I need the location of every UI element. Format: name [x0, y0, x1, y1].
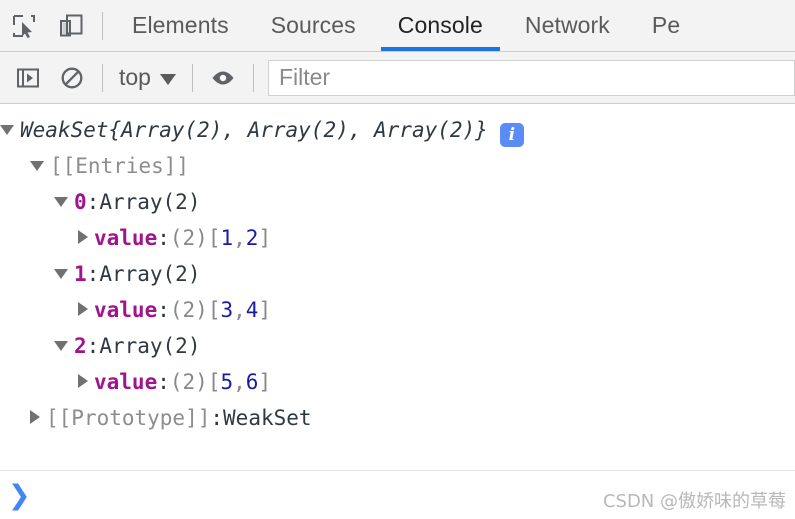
console-row-text: 1 [74, 262, 87, 286]
tabbar-divider [102, 12, 103, 40]
chevron-down-icon [159, 73, 176, 85]
tab-elements[interactable]: Elements [111, 0, 250, 51]
console-row-text: [ [207, 370, 221, 394]
live-expression-eye-icon[interactable] [201, 56, 245, 100]
inspect-element-icon[interactable] [0, 0, 47, 51]
console-row-text: [[Entries]] [50, 154, 190, 178]
console-message-list: WeakSet {Array(2), Array(2), Array(2)} i [… [0, 112, 795, 436]
console-row-text: [[Prototype]] [46, 406, 211, 430]
console-tree-row[interactable]: 0: Array(2) [0, 184, 795, 220]
devtools-window: Elements Sources Console Network Pe top … [0, 0, 795, 519]
device-toolbar-icon[interactable] [47, 0, 94, 51]
console-row-text: value [94, 226, 158, 250]
info-badge-icon[interactable]: i [499, 123, 524, 147]
triangle-right-icon[interactable] [78, 302, 88, 316]
tab-console[interactable]: Console [377, 0, 504, 51]
console-row-text: (2) [169, 226, 208, 250]
filter-placeholder: Filter [278, 64, 331, 90]
triangle-right-icon[interactable] [78, 230, 88, 244]
console-row-text: : [157, 298, 170, 322]
console-tree-row[interactable]: 1: Array(2) [0, 256, 795, 292]
console-row-text: WeakSet [20, 118, 109, 142]
console-tree-row[interactable]: 2: Array(2) [0, 328, 795, 364]
console-row-text: : [86, 190, 100, 214]
clear-console-glyph [61, 67, 83, 88]
triangle-down-icon[interactable] [0, 125, 14, 135]
console-sidebar-glyph [17, 68, 39, 87]
console-row-text: Array(2) [99, 334, 201, 358]
console-row-text: : [210, 406, 224, 430]
console-row-text: 5 [220, 370, 234, 394]
device-toolbar-glyph [59, 14, 82, 36]
console-tree-row[interactable]: [[Entries]] [0, 148, 795, 184]
console-row-text: Array(2) [99, 262, 201, 286]
tab-network[interactable]: Network [504, 0, 631, 51]
console-row-text: 3 [220, 298, 234, 322]
console-row-text: , [233, 370, 246, 394]
triangle-down-icon[interactable] [54, 197, 68, 207]
console-row-text: WeakSet [223, 406, 312, 430]
console-row-text: value [94, 370, 158, 394]
console-tree-row[interactable]: value: (2) [1, 2] [0, 220, 795, 256]
console-tree-row[interactable]: value: (2) [3, 4] [0, 292, 795, 328]
triangle-down-icon[interactable] [54, 269, 68, 279]
eye-glyph [212, 71, 234, 84]
console-row-text: : [86, 262, 100, 286]
console-row-text: , [233, 298, 246, 322]
console-row-text: : [157, 370, 170, 394]
triangle-down-icon[interactable] [30, 161, 44, 171]
console-row-text: : [86, 334, 100, 358]
prompt-chevron-icon: ❯ [8, 479, 31, 511]
inspect-element-glyph [12, 14, 35, 38]
console-tree-row[interactable]: WeakSet {Array(2), Array(2), Array(2)} i [0, 112, 795, 148]
console-row-text: 2 [245, 226, 259, 250]
console-row-text: (2) [169, 370, 208, 394]
toolbar-divider-3 [252, 63, 254, 92]
console-row-text: 1 [220, 226, 234, 250]
triangle-right-icon[interactable] [30, 410, 40, 424]
toolbar-divider-1 [102, 63, 103, 92]
triangle-down-icon[interactable] [54, 341, 68, 351]
clear-console-icon[interactable] [50, 56, 94, 100]
console-row-text: , [233, 226, 246, 250]
tab-console-label: Console [397, 12, 483, 38]
console-toolbar: top Filter [0, 52, 795, 104]
console-row-text: Array(2) [99, 190, 201, 214]
console-row-text: ] [258, 298, 272, 322]
console-row-text: ] [258, 226, 272, 250]
tab-elements-label: Elements [132, 12, 229, 38]
console-row-text: 6 [245, 370, 259, 394]
tab-sources[interactable]: Sources [250, 0, 377, 51]
console-tree-row[interactable]: [[Prototype]]: WeakSet [0, 400, 795, 436]
console-row-text: [ [207, 298, 221, 322]
toolbar-divider-2 [191, 63, 193, 92]
execution-context-selector[interactable]: top [111, 64, 184, 91]
watermark: CSDN @傲娇味的草莓 [602, 491, 786, 512]
tab-performance[interactable]: Pe [631, 0, 701, 51]
console-row-text: ] [258, 370, 272, 394]
console-sidebar-icon[interactable] [6, 56, 50, 100]
console-row-text: : [157, 226, 170, 250]
console-row-text: {Array(2), Array(2), Array(2)} [108, 118, 488, 142]
console-row-text: 0 [74, 190, 87, 214]
console-tree-row[interactable]: value: (2) [5, 6] [0, 364, 795, 400]
console-row-text: 2 [74, 334, 87, 358]
console-output: WeakSet {Array(2), Array(2), Array(2)} i [… [0, 104, 795, 470]
console-row-text: value [94, 298, 158, 322]
triangle-right-icon[interactable] [78, 374, 88, 388]
devtools-tab-list: Elements Sources Console Network Pe [111, 0, 795, 51]
execution-context-label: top [119, 64, 151, 90]
console-row-text: (2) [169, 298, 208, 322]
tab-network-label: Network [524, 12, 610, 38]
tab-sources-label: Sources [270, 12, 356, 38]
console-row-text: 4 [245, 298, 259, 322]
tab-performance-label: Pe [651, 12, 681, 38]
devtools-tabbar: Elements Sources Console Network Pe [0, 0, 795, 52]
console-row-text: [ [207, 226, 221, 250]
filter-input[interactable]: Filter [267, 59, 795, 96]
